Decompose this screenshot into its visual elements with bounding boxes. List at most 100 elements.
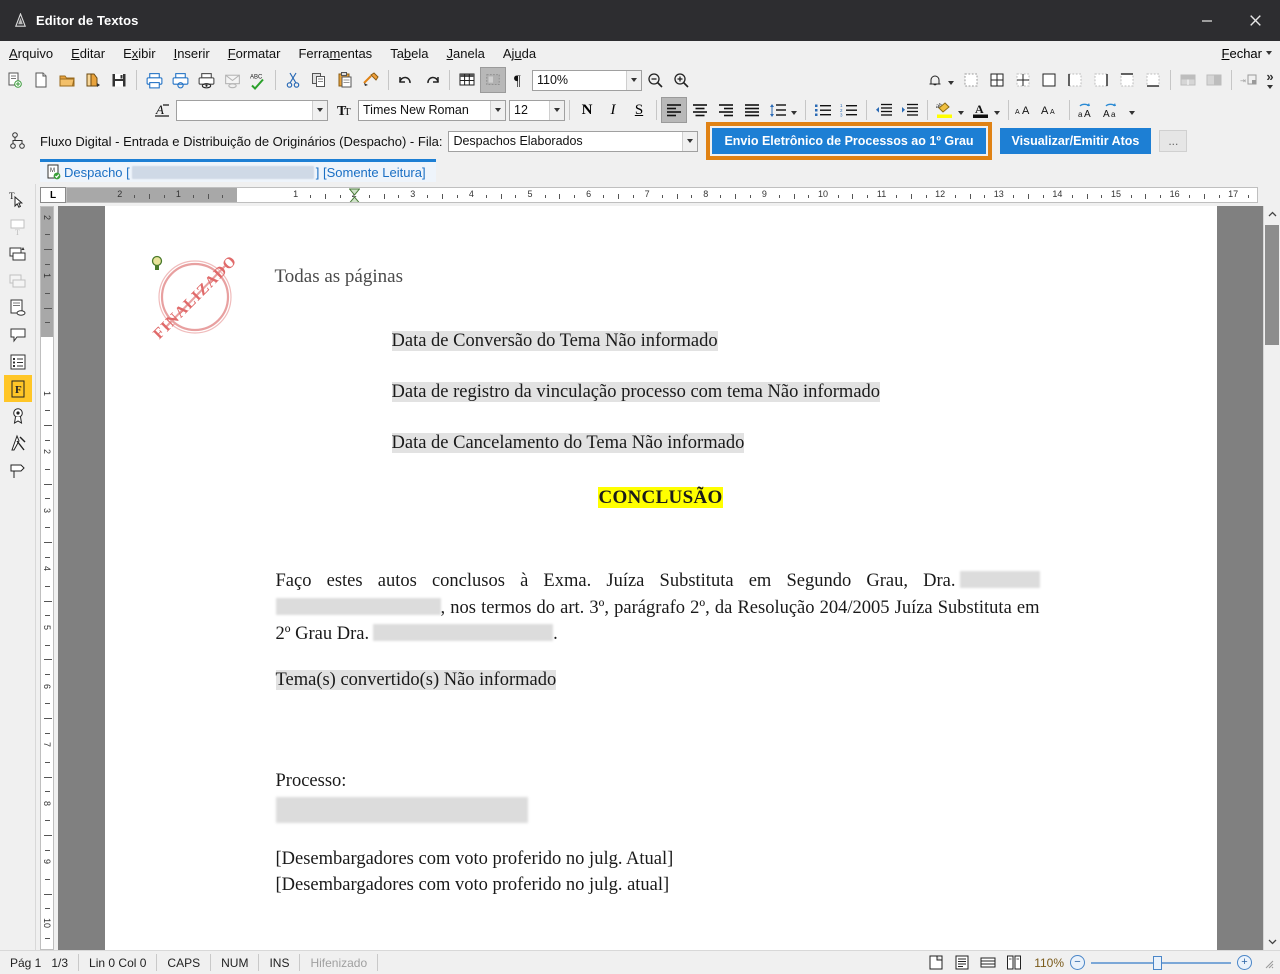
scroll-up-button[interactable] — [1264, 206, 1280, 223]
new-document-icon[interactable] — [28, 67, 54, 93]
finalize-document-icon[interactable]: F — [4, 375, 32, 402]
chevron-down-icon[interactable] — [549, 101, 564, 120]
bell-icon[interactable] — [922, 67, 948, 93]
increase-indent-icon[interactable] — [897, 97, 923, 123]
print-setup-icon[interactable] — [193, 67, 219, 93]
cut-icon[interactable] — [280, 67, 306, 93]
comment-icon[interactable] — [4, 321, 32, 348]
menu-editar[interactable]: Editar — [62, 44, 114, 63]
box-border-icon[interactable] — [1036, 67, 1062, 93]
chevron-down-icon[interactable] — [958, 111, 964, 115]
insert-field-icon[interactable] — [4, 240, 32, 267]
copy-icon[interactable] — [306, 67, 332, 93]
tag-icon[interactable] — [4, 456, 32, 483]
print-layout-icon[interactable] — [926, 954, 946, 972]
zoom-slider-knob[interactable] — [1153, 956, 1162, 970]
decrease-font-icon[interactable]: AA — [1039, 97, 1065, 123]
print-icon[interactable] — [141, 67, 167, 93]
show-formatting-marks-icon[interactable]: ¶ — [506, 67, 532, 93]
align-justify-icon[interactable] — [739, 97, 765, 123]
font-size-combobox[interactable]: 12 — [509, 100, 565, 121]
chevron-down-icon[interactable] — [1266, 51, 1272, 55]
align-center-icon[interactable] — [687, 97, 713, 123]
highlight-color-icon[interactable]: ab — [932, 97, 958, 123]
save-icon[interactable] — [106, 67, 132, 93]
open-recent-icon[interactable] — [80, 67, 106, 93]
minimize-button[interactable] — [1184, 0, 1230, 41]
vertical-scrollbar[interactable] — [1263, 206, 1280, 950]
paragraph-style-combobox[interactable] — [176, 100, 328, 121]
close-button[interactable] — [1230, 0, 1280, 41]
fila-combobox[interactable]: Despachos Elaborados — [448, 131, 698, 152]
chevron-down-icon[interactable] — [948, 81, 954, 85]
zoom-slider[interactable] — [1091, 956, 1231, 970]
select-text-icon[interactable]: T — [4, 186, 32, 213]
font-color-icon[interactable]: A — [968, 97, 994, 123]
chevron-down-icon[interactable] — [312, 101, 327, 120]
chevron-down-icon[interactable] — [791, 111, 797, 115]
bullet-list-icon[interactable] — [810, 97, 836, 123]
menu-formatar[interactable]: Formatar — [219, 44, 290, 63]
chevron-down-icon[interactable] — [1267, 85, 1273, 89]
chevron-down-icon[interactable] — [682, 132, 697, 151]
right-border-icon[interactable] — [1088, 67, 1114, 93]
zoom-in-icon[interactable] — [668, 67, 694, 93]
horizontal-ruler-strip[interactable]: 211234567891011121314151617 — [66, 187, 1258, 203]
document-properties-icon[interactable] — [4, 294, 32, 321]
decrease-indent-icon[interactable] — [871, 97, 897, 123]
left-border-icon[interactable] — [1062, 67, 1088, 93]
all-borders-icon[interactable] — [984, 67, 1010, 93]
line-spacing-icon[interactable] — [765, 97, 791, 123]
uppercase-icon[interactable]: aA — [1074, 97, 1100, 123]
insert-frame-icon[interactable] — [480, 67, 506, 93]
chevron-down-icon[interactable] — [490, 101, 505, 120]
menu-ajuda[interactable]: Ajuda — [494, 44, 545, 63]
redo-icon[interactable] — [419, 67, 445, 93]
indent-marker[interactable] — [349, 188, 360, 203]
new-from-template-icon[interactable] — [2, 67, 28, 93]
underline-button[interactable]: S — [626, 97, 652, 123]
menu-janela[interactable]: Janela — [438, 44, 494, 63]
font-name-combobox[interactable]: Times New Roman — [358, 100, 506, 121]
bottom-border-icon[interactable] — [1140, 67, 1166, 93]
menu-tabela[interactable]: Tabela — [381, 44, 437, 63]
bold-button[interactable]: N — [574, 97, 600, 123]
status-hyphenation[interactable]: Hifenizado — [300, 954, 378, 971]
status-num[interactable]: NUM — [211, 954, 259, 971]
print-preview-icon[interactable] — [167, 67, 193, 93]
chevron-down-icon[interactable] — [626, 71, 641, 90]
scrollbar-thumb[interactable] — [1265, 225, 1279, 345]
signature-seal-icon[interactable] — [4, 402, 32, 429]
spellcheck-icon[interactable]: ABC — [245, 67, 271, 93]
list-view-icon[interactable] — [4, 348, 32, 375]
zoom-in-button[interactable]: + — [1237, 955, 1252, 970]
page-canvas[interactable]: FINALIZADO Todas as páginas Data de Conv… — [58, 206, 1263, 950]
insert-table-icon[interactable] — [454, 67, 480, 93]
numbered-list-icon[interactable]: 123 — [836, 97, 862, 123]
status-ins[interactable]: INS — [259, 954, 300, 971]
web-layout-icon[interactable] — [978, 954, 998, 972]
scroll-down-button[interactable] — [1264, 933, 1280, 950]
zoom-combobox[interactable]: 110% — [532, 70, 642, 91]
paragraph-style-icon[interactable]: A — [150, 97, 176, 123]
close-document-link[interactable]: Fechar — [1222, 46, 1262, 61]
open-folder-icon[interactable] — [54, 67, 80, 93]
no-border-icon[interactable] — [958, 67, 984, 93]
reading-layout-icon[interactable] — [952, 954, 972, 972]
horizontal-ruler[interactable]: L 211234567891011121314151617 — [36, 184, 1280, 206]
undo-icon[interactable] — [393, 67, 419, 93]
tab-stop-selector[interactable]: L — [40, 187, 66, 203]
resize-grip[interactable] — [1262, 957, 1274, 969]
align-right-icon[interactable] — [713, 97, 739, 123]
format-painter-icon[interactable] — [358, 67, 384, 93]
top-border-icon[interactable] — [1114, 67, 1140, 93]
lowercase-icon[interactable]: Aa — [1100, 97, 1126, 123]
document-sheet[interactable]: FINALIZADO Todas as páginas Data de Conv… — [105, 206, 1217, 950]
increase-font-icon[interactable]: AA — [1013, 97, 1039, 123]
scrollbar-track[interactable] — [1264, 223, 1280, 933]
envio-eletronico-button[interactable]: Envio Eletrônico de Processos ao 1º Grau — [712, 128, 985, 154]
align-left-icon[interactable] — [661, 97, 687, 123]
vertical-ruler[interactable]: 2112345678910 — [36, 206, 58, 950]
document-tab-despacho[interactable]: M Despacho [ ] [Somente Leitura] — [40, 159, 436, 182]
inside-borders-icon[interactable] — [1010, 67, 1036, 93]
